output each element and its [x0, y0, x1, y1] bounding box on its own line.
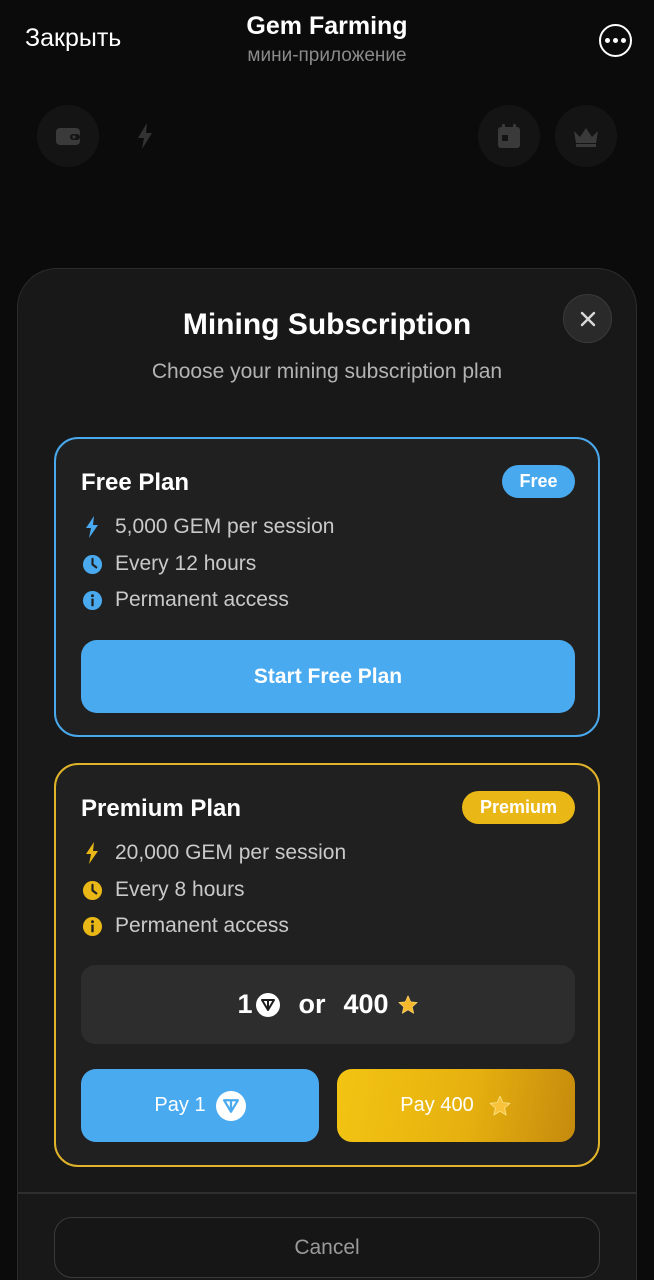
app-screen: Закрыть Gem Farming мини-приложение Mini…: [0, 0, 654, 1280]
more-menu-button[interactable]: [599, 24, 632, 57]
feature-item: Permanent access: [81, 588, 289, 612]
cancel-button[interactable]: Cancel: [54, 1217, 600, 1278]
feature-item: 5,000 GEM per session: [81, 515, 334, 539]
lightning-icon: [81, 516, 103, 538]
lightning-icon: [81, 842, 103, 864]
modal-subtitle: Choose your mining subscription plan: [151, 360, 503, 383]
plan-badge: Premium: [462, 791, 575, 824]
ton-icon: [256, 992, 281, 1017]
feature-text: Every 12 hours: [115, 552, 257, 575]
start-free-plan-button[interactable]: Start Free Plan: [81, 640, 575, 713]
wallet-button[interactable]: [37, 105, 99, 167]
more-dot: [621, 38, 626, 43]
premium-plan-card: Premium Plan Premium 20,000 GEM per sess…: [54, 763, 600, 1167]
calendar-icon: [498, 124, 520, 148]
clock-icon: [81, 553, 103, 575]
plan-name: Premium Plan: [81, 795, 242, 822]
pay-stars-button[interactable]: Pay 400: [337, 1069, 575, 1142]
more-dot: [613, 38, 618, 43]
pay-ton-button[interactable]: Pay 1: [81, 1069, 319, 1142]
app-header: Закрыть Gem Farming мини-приложение: [0, 0, 654, 80]
star-icon: [488, 1094, 512, 1118]
info-icon: [81, 915, 103, 937]
price-ton-value: 1: [237, 989, 253, 1019]
crown-button[interactable]: [555, 105, 617, 167]
pay-stars-label: Pay 400: [400, 1094, 474, 1116]
feature-item: Every 12 hours: [81, 552, 256, 576]
header-title-block: Gem Farming мини-приложение: [0, 12, 654, 67]
price-or-label: or: [298, 989, 326, 1019]
feature-item: 20,000 GEM per session: [81, 841, 346, 865]
ton-icon: [215, 1090, 246, 1121]
plan-name: Free Plan: [81, 469, 190, 496]
lightning-icon: [138, 123, 152, 149]
plan-badge: Free: [502, 465, 575, 498]
feature-text: 5,000 GEM per session: [115, 515, 335, 538]
crown-icon: [574, 128, 598, 147]
feature-text: Every 8 hours: [115, 878, 245, 901]
modal-title: Mining Subscription: [182, 308, 472, 341]
app-title: Gem Farming: [246, 12, 408, 40]
free-plan-card: Free Plan Free 5,000 GEM per session Eve…: [54, 437, 600, 737]
feature-text: Permanent access: [115, 914, 289, 937]
app-subtitle: мини-приложение: [247, 45, 407, 66]
feature-item: Permanent access: [81, 914, 289, 938]
price-summary: 1 or 400: [81, 965, 575, 1044]
more-dots-icon: [605, 38, 610, 43]
feature-item: Every 8 hours: [81, 878, 245, 902]
star-icon: [397, 994, 419, 1016]
info-icon: [81, 589, 103, 611]
feature-text: Permanent access: [115, 588, 289, 611]
energy-button[interactable]: [114, 105, 176, 167]
clock-icon: [81, 879, 103, 901]
pay-ton-label: Pay 1: [154, 1094, 206, 1116]
calendar-button[interactable]: [478, 105, 540, 167]
wallet-icon: [56, 128, 80, 145]
feature-text: 20,000 GEM per session: [115, 841, 347, 864]
footer-divider: [18, 1192, 636, 1194]
price-stars-value: 400: [343, 989, 389, 1019]
